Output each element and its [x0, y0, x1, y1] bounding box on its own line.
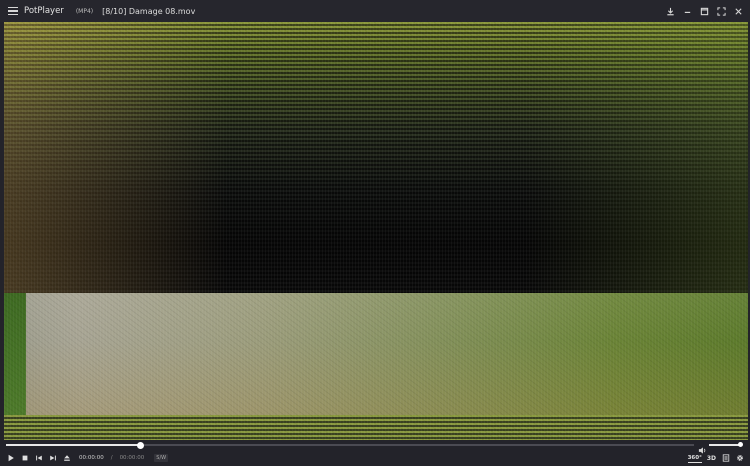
stop-icon[interactable] — [20, 454, 29, 463]
seek-bar[interactable] — [6, 441, 694, 449]
previous-icon[interactable] — [34, 454, 43, 463]
play-icon[interactable] — [6, 454, 15, 463]
volume-slider[interactable] — [709, 442, 743, 447]
playlist-icon[interactable] — [721, 454, 730, 463]
seek-progress — [6, 444, 141, 446]
close-icon[interactable] — [733, 6, 744, 17]
format-badge: (MP4) — [75, 7, 94, 15]
open-file-icon[interactable] — [62, 454, 71, 463]
video-display[interactable] — [4, 22, 748, 440]
seek-handle[interactable] — [136, 441, 144, 449]
3d-button[interactable]: 3D — [707, 455, 716, 462]
volume-handle[interactable] — [737, 442, 743, 447]
settings-gear-icon[interactable] — [735, 454, 744, 463]
hamburger-menu-icon[interactable] — [8, 7, 18, 15]
file-title: [8/10] Damage 08.mov — [102, 6, 196, 16]
right-controls: 360° 3D — [687, 452, 744, 464]
download-icon[interactable] — [665, 6, 676, 17]
video-bottom-band — [4, 293, 748, 415]
time-separator: / — [110, 455, 113, 461]
restore-icon[interactable] — [699, 6, 710, 17]
total-time: 00:00:00 — [119, 455, 145, 461]
vr-360-button[interactable]: 360° — [687, 454, 703, 463]
window-controls — [665, 0, 744, 22]
fullscreen-icon[interactable] — [716, 6, 727, 17]
app-name[interactable]: PotPlayer — [24, 6, 64, 16]
video-left-strip — [4, 293, 26, 415]
video-scanline-band — [4, 415, 748, 440]
volume-icon[interactable] — [698, 440, 707, 454]
video-glow-overlay — [4, 22, 748, 293]
codec-badge[interactable]: S/W — [154, 454, 169, 462]
playback-controls: 00:00:00 / 00:00:00 S/W — [6, 452, 169, 464]
potplayer-window: PotPlayer (MP4) [8/10] Damage 08.mov 00:… — [0, 0, 750, 466]
next-icon[interactable] — [48, 454, 57, 463]
minimize-icon[interactable] — [682, 6, 693, 17]
title-bar: PotPlayer (MP4) [8/10] Damage 08.mov — [0, 0, 750, 22]
current-time: 00:00:00 — [79, 455, 104, 461]
